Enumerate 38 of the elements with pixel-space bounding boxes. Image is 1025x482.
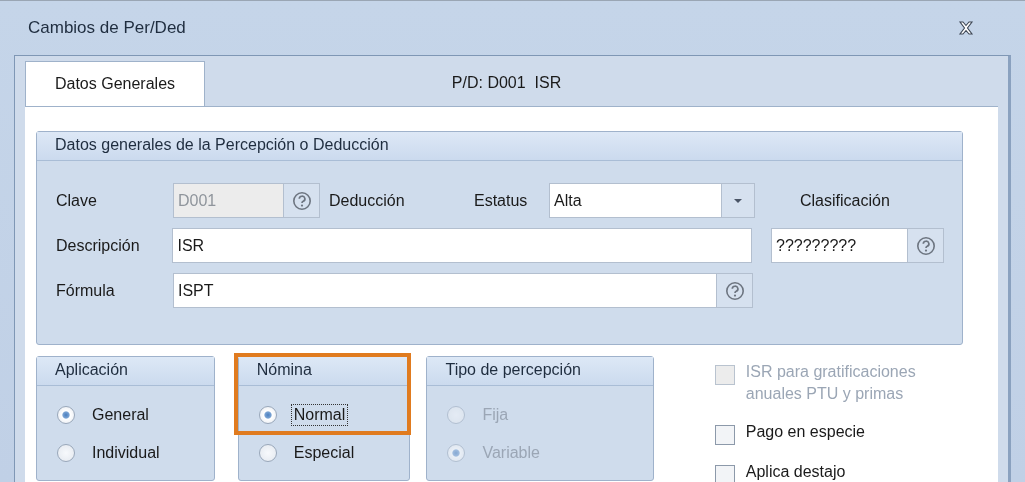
- input-field[interactable]: ISPT: [173, 273, 717, 308]
- input-field[interactable]: ?????????: [771, 228, 908, 263]
- radio-button[interactable]: [258, 444, 277, 462]
- input-field[interactable]: ISR: [172, 228, 752, 263]
- group-title: Nómina: [238, 357, 410, 386]
- field-label: Fórmula: [56, 281, 116, 300]
- field-label: Clave: [56, 191, 98, 210]
- checkbox[interactable]: [714, 465, 735, 482]
- checkbox-label[interactable]: Pago en especie: [745, 421, 865, 443]
- help-button[interactable]: [908, 228, 944, 263]
- group-title: Tipo de percepción: [427, 357, 653, 386]
- checkbox[interactable]: [714, 425, 735, 445]
- radio-button[interactable]: [258, 406, 277, 424]
- field-label: Clasificación: [800, 191, 890, 210]
- checkbox-label[interactable]: Aplica destajo: [745, 461, 846, 482]
- group-title: Aplicación: [37, 357, 214, 386]
- radio-button[interactable]: [57, 444, 75, 462]
- help-icon: [724, 280, 745, 301]
- group-title: Datos generales de la Percepción o Deducción: [37, 132, 962, 161]
- help-icon: [291, 190, 312, 211]
- help-icon: [915, 235, 936, 256]
- window-title: Cambios de Per/Ded: [28, 18, 186, 38]
- option-label[interactable]: Individual: [89, 442, 163, 464]
- field-label: Estatus: [474, 191, 529, 210]
- radio-button[interactable]: [57, 406, 75, 424]
- option-label[interactable]: General: [89, 404, 152, 426]
- close-button[interactable]: [957, 20, 975, 36]
- help-button[interactable]: [717, 273, 753, 308]
- record-heading: P/D: D001 ISR: [450, 74, 563, 92]
- status-dropdown[interactable]: Alta: [549, 183, 755, 218]
- caret-icon: [733, 197, 743, 204]
- help-button[interactable]: [284, 183, 320, 218]
- close-icon: [958, 21, 974, 35]
- type-label: Deducción: [329, 191, 406, 210]
- field-label: Descripción: [56, 236, 141, 255]
- tab[interactable]: Datos Generales: [25, 61, 205, 106]
- option-label[interactable]: Normal: [290, 404, 349, 426]
- option-label[interactable]: Especial: [290, 442, 358, 464]
